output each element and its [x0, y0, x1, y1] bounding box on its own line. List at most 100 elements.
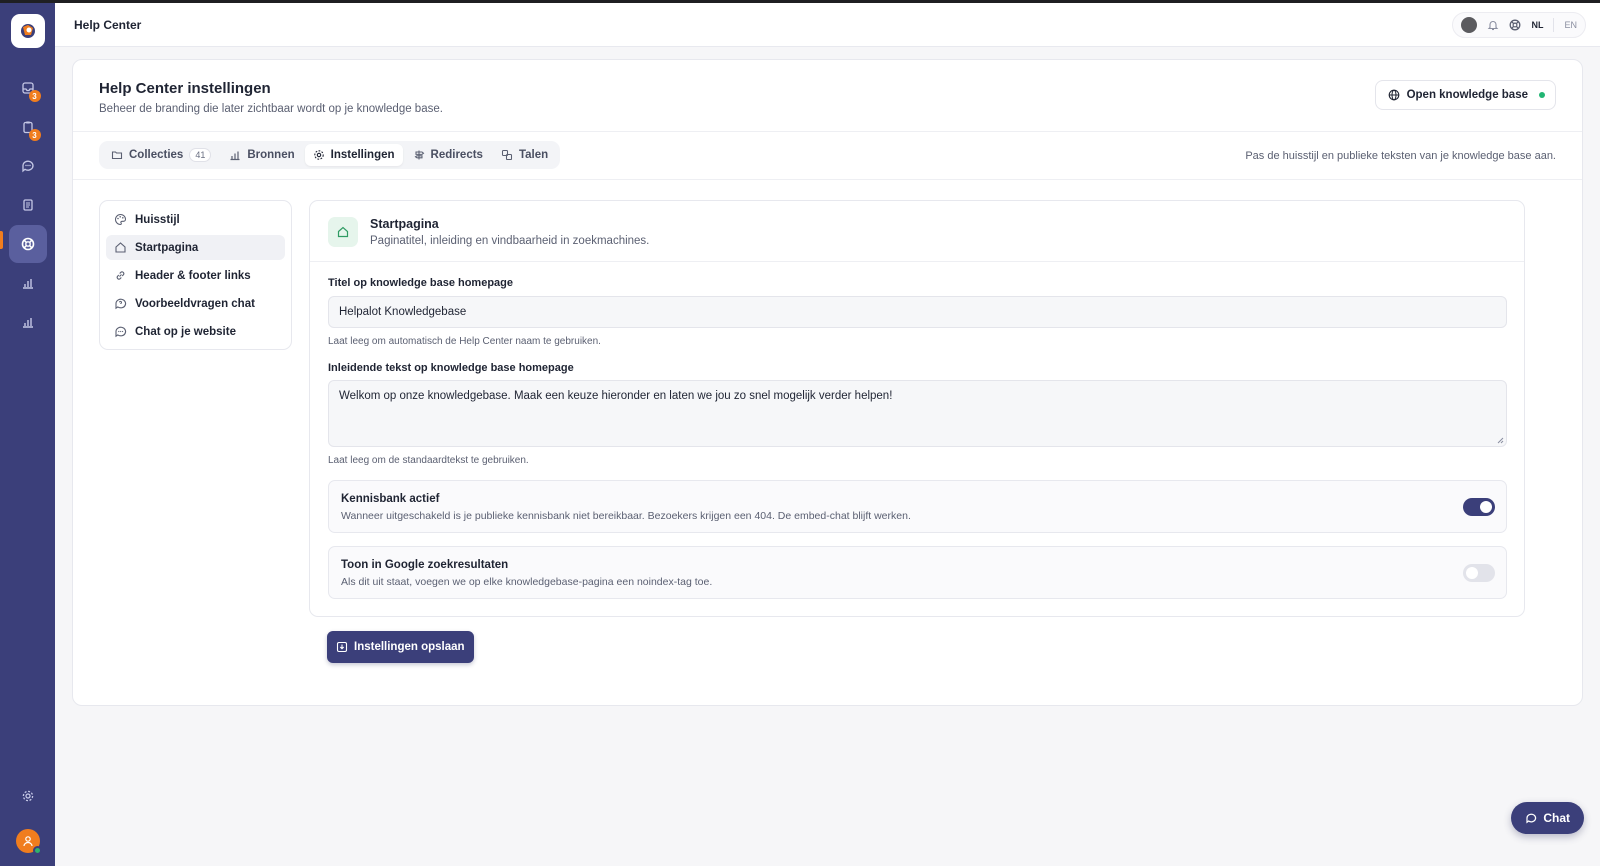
tab-bronnen[interactable]: Bronnen	[221, 144, 302, 166]
settings-nav-label: Header & footer links	[135, 269, 251, 282]
panel-subtitle: Paginatitel, inleiding en vindbaarheid i…	[370, 235, 650, 247]
sidebar-item-tasks[interactable]: 3	[9, 108, 47, 146]
translate-icon	[501, 149, 512, 161]
tab-instellingen[interactable]: Instellingen	[304, 144, 403, 166]
settings-nav-huisstijl[interactable]: Huisstijl	[106, 207, 285, 232]
tab-label: Talen	[518, 149, 549, 161]
tab-talen[interactable]: Talen	[493, 144, 556, 166]
page-title: Help Center instellingen	[99, 80, 271, 97]
tabs: Collecties 41 Bronnen Instellingen Redir…	[99, 141, 561, 169]
gear-icon	[22, 790, 33, 802]
topbar-title: Help Center	[74, 17, 142, 32]
intro-text: Welkom op onze knowledgebase. Maak een k…	[339, 390, 893, 402]
panel-title: Startpagina	[370, 217, 439, 231]
lifebuoy-icon	[21, 237, 34, 251]
top-actions: NL EN	[1452, 12, 1586, 38]
settings-nav-startpagina[interactable]: Startpagina	[106, 235, 285, 260]
panel-icon	[328, 217, 358, 247]
google-zoekresultaten-switch[interactable]	[1463, 564, 1495, 582]
tabs-row: Collecties 41 Bronnen Instellingen Redir…	[73, 132, 1582, 180]
panel-header: Startpagina Paginatitel, inleiding en vi…	[310, 201, 1524, 262]
open-knowledge-base-label: Open knowledge base	[1406, 89, 1528, 101]
intro-field-help: Laat leeg om de standaardtekst te gebrui…	[328, 455, 529, 466]
palette-icon	[115, 213, 127, 226]
tab-label: Redirects	[430, 149, 483, 161]
toggle-kennisbank-actief: Kennisbank actief Wanneer uitgeschakeld …	[328, 480, 1507, 533]
tabs-hint: Pas de huisstijl en publieke teksten van…	[1245, 150, 1556, 162]
sidebar-item-help-center[interactable]	[8, 225, 47, 263]
tab-collecties[interactable]: Collecties 41	[103, 144, 219, 166]
homepage-title-input[interactable]: Helpalot Knowledgebase	[328, 296, 1507, 328]
chat-dots-icon	[115, 326, 127, 338]
title-field-help: Laat leeg om automatisch de Help Center …	[328, 336, 601, 347]
settings-nav-header-footer-links[interactable]: Header & footer links	[106, 263, 285, 288]
lifebuoy-icon[interactable]	[1509, 19, 1521, 31]
toggle-description: Als dit uit staat, voegen we op elke kno…	[341, 576, 713, 588]
chat-launcher-button[interactable]: Chat	[1511, 802, 1584, 834]
sidebar-item-documents[interactable]	[9, 186, 47, 224]
chat-bubble-icon	[1526, 813, 1537, 824]
title-field-label: Titel op knowledge base homepage	[328, 277, 514, 289]
settings-nav: Huisstijl Startpagina Header & footer li…	[99, 200, 292, 350]
settings-card: Help Center instellingen Beheer de brand…	[72, 59, 1583, 706]
resize-handle-icon[interactable]	[1496, 436, 1504, 444]
settings-nav-label: Chat op je website	[135, 325, 236, 338]
card-header: Help Center instellingen Beheer de brand…	[73, 60, 1582, 132]
globe-icon	[1388, 89, 1399, 101]
divider	[1553, 18, 1555, 32]
download-icon	[336, 641, 348, 653]
app-logo[interactable]	[10, 14, 45, 48]
startpagina-panel: Startpagina Paginatitel, inleiding en vi…	[309, 200, 1525, 617]
collection-count: 41	[189, 148, 212, 162]
gear-icon	[313, 150, 324, 160]
bell-icon[interactable]	[1487, 19, 1499, 31]
switch-knob	[1480, 501, 1492, 513]
signpost-icon	[414, 150, 424, 160]
chat-question-icon	[115, 298, 127, 310]
settings-nav-label: Startpagina	[135, 241, 199, 254]
switch-knob	[1466, 567, 1478, 579]
bar-chart-icon	[230, 151, 240, 161]
status-indicator[interactable]	[1461, 17, 1478, 33]
toggle-google-zoekresultaten: Toon in Google zoekresultaten Als dit ui…	[328, 546, 1507, 599]
language-en[interactable]: EN	[1564, 20, 1577, 30]
save-settings-label: Instellingen opslaan	[354, 641, 465, 653]
sidebar-item-analytics[interactable]	[9, 303, 47, 341]
inbox-badge: 3	[28, 90, 41, 102]
settings-nav-label: Huisstijl	[135, 213, 180, 226]
toggle-title: Kennisbank actief	[341, 493, 440, 505]
sidebar: 3 3	[0, 3, 55, 866]
home-icon	[115, 242, 126, 253]
sidebar-item-reports[interactable]	[9, 264, 47, 302]
active-marker	[0, 231, 3, 249]
open-knowledge-base-button[interactable]: Open knowledge base	[1374, 80, 1556, 110]
link-icon	[116, 271, 125, 280]
kennisbank-actief-switch[interactable]	[1463, 498, 1495, 516]
language-nl[interactable]: NL	[1531, 20, 1543, 30]
user-icon	[22, 836, 33, 847]
tab-label: Instellingen	[330, 149, 395, 161]
sidebar-item-inbox[interactable]: 3	[9, 69, 47, 107]
user-avatar[interactable]	[15, 829, 42, 855]
page-subtitle: Beheer de branding die later zichtbaar w…	[99, 103, 443, 115]
bar-chart-icon	[22, 318, 33, 328]
bar-chart-icon	[22, 279, 33, 289]
intro-field-label: Inleidende tekst op knowledge base homep…	[328, 362, 574, 374]
sidebar-bottom	[0, 776, 55, 866]
chat-launcher-label: Chat	[1543, 811, 1570, 825]
settings-nav-chat-op-je-website[interactable]: Chat op je website	[106, 319, 285, 344]
online-status-dot	[32, 846, 42, 855]
app-window: 3 3 Help Center NL EN Help Center instel…	[0, 3, 1600, 866]
homepage-intro-textarea[interactable]: Welkom op onze knowledgebase. Maak een k…	[328, 380, 1507, 447]
tab-label: Collecties	[129, 149, 184, 161]
sidebar-item-settings[interactable]	[9, 777, 47, 815]
toggle-title: Toon in Google zoekresultaten	[341, 559, 509, 571]
logo-icon	[20, 24, 35, 38]
settings-nav-voorbeeldvragen-chat[interactable]: Voorbeeldvragen chat	[106, 291, 285, 316]
tab-redirects[interactable]: Redirects	[405, 144, 491, 166]
settings-nav-label: Voorbeeldvragen chat	[135, 297, 255, 310]
sidebar-item-chats[interactable]	[9, 147, 47, 185]
tab-label: Bronnen	[247, 149, 295, 161]
save-settings-button[interactable]: Instellingen opslaan	[327, 631, 474, 663]
toggle-description: Wanneer uitgeschakeld is je publieke ken…	[341, 510, 911, 522]
